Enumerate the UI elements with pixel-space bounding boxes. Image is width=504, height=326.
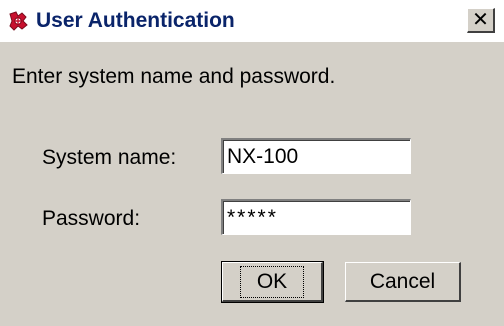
password-label: Password:: [42, 207, 141, 230]
ok-button[interactable]: OK: [221, 261, 324, 303]
password-input[interactable]: [221, 199, 411, 235]
ok-button-label: OK: [239, 265, 305, 298]
window-title: User Authentication: [36, 9, 235, 32]
cancel-button[interactable]: Cancel: [345, 262, 461, 302]
system-name-label: System name:: [42, 146, 177, 169]
close-icon: ✕: [472, 9, 489, 31]
system-name-input[interactable]: [221, 138, 411, 174]
title-bar[interactable]: User Authentication ✕: [0, 0, 504, 42]
close-button[interactable]: ✕: [467, 8, 495, 33]
authentication-dialog: User Authentication ✕ Enter system name …: [0, 0, 504, 326]
prompt-text: Enter system name and password.: [12, 65, 336, 88]
app-logo-icon: [6, 9, 30, 33]
